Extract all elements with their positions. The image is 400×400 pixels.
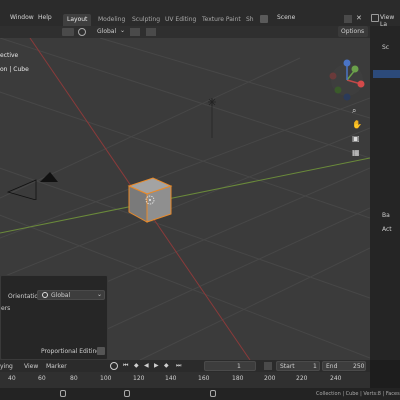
end-label: End [326, 363, 338, 370]
view-menu[interactable]: View [24, 363, 38, 370]
viewport-mode-text: ective [0, 52, 19, 59]
proportional-icon[interactable] [146, 28, 156, 36]
prev-keyframe-icon[interactable]: ◆ [134, 362, 139, 369]
scene-icon [260, 15, 268, 23]
scene-name[interactable]: Scene [277, 14, 295, 21]
playback-menu[interactable]: ying [0, 363, 13, 370]
zoom-icon[interactable]: ⌕ [352, 106, 356, 116]
proportional-editing-label: Proportional Editing [41, 348, 101, 355]
current-frame-field[interactable]: 1 [204, 361, 256, 371]
orientation-select[interactable]: Global ⌄ [37, 290, 105, 300]
start-label: Start [280, 363, 295, 370]
properties-sidebar: Sc Ba Act [370, 26, 400, 360]
ruler-tick-label: 100 [100, 375, 112, 382]
marker-menu[interactable]: Marker [46, 363, 67, 370]
global-orientation-icon [42, 292, 48, 298]
properties-label-1: Ba [382, 212, 390, 219]
camera-icon[interactable] [6, 170, 66, 200]
mouse-left-icon [60, 390, 66, 397]
top-menu-bar: Window Help Layout Modeling Sculpting UV… [0, 0, 400, 28]
menu-window[interactable]: Window [10, 14, 34, 21]
outliner-scene-collection[interactable]: Sc [382, 44, 389, 51]
preview-range-icon[interactable] [264, 362, 272, 370]
play-icon[interactable]: ▶ [154, 362, 159, 369]
play-reverse-icon[interactable]: ◀ [144, 362, 149, 369]
viewport-header: Global ⌄ Options [0, 26, 370, 38]
ruler-tick-label: 220 [296, 375, 308, 382]
jump-start-icon[interactable]: ⏮ [123, 362, 128, 370]
ruler-tick-label: 120 [133, 375, 145, 382]
ruler-tick-label: 40 [8, 375, 16, 382]
options-button[interactable]: Options [338, 26, 368, 37]
chevron-down-icon: ⌄ [120, 27, 126, 34]
timeline-ruler[interactable]: 40 60 80 100 120 140 160 180 200 220 240 [0, 372, 370, 388]
start-value: 1 [313, 363, 317, 370]
ruler-tick-label: 80 [70, 375, 78, 382]
default-cube[interactable] [125, 176, 175, 226]
menu-help[interactable]: Help [38, 14, 52, 21]
mouse-middle-icon [124, 390, 130, 397]
view-layer-icon [371, 14, 379, 22]
end-frame-field[interactable]: End 250 [322, 361, 366, 371]
start-frame-field[interactable]: Start 1 [276, 361, 320, 371]
transform-pivot-icon[interactable] [62, 28, 74, 36]
tab-sculpting[interactable]: Sculpting [128, 14, 164, 26]
status-bar: Collection | Cube | Verts:8 | Faces [0, 388, 400, 400]
chevron-down-icon: ⌄ [97, 291, 103, 298]
orientation-dropdown[interactable]: Global [97, 28, 116, 35]
ruler-tick-label: 200 [264, 375, 276, 382]
global-axis-icon [78, 28, 86, 36]
close-icon[interactable]: ✕ [356, 14, 362, 22]
camera-view-icon[interactable]: ▣ [352, 134, 360, 143]
tab-layout[interactable]: Layout [63, 14, 92, 26]
tab-shading-truncated[interactable]: Sh [242, 14, 258, 26]
ruler-tick-label: 180 [232, 375, 244, 382]
grid-view-icon[interactable]: ▦ [352, 148, 360, 157]
jump-end-icon[interactable]: ⏭ [176, 362, 181, 370]
timeline-header: ying View Marker ⏮ ◆ ◀ ▶ ◆ ⏭ 1 Start 1 E… [0, 360, 370, 372]
copy-scene-icon[interactable] [344, 15, 352, 23]
next-keyframe-icon[interactable]: ◆ [164, 362, 169, 369]
proportional-editing-checkbox[interactable] [97, 347, 105, 355]
tab-uv-editing[interactable]: UV Editing [161, 14, 200, 26]
record-icon[interactable] [110, 362, 118, 370]
ruler-tick-label: 60 [38, 375, 46, 382]
snap-icon[interactable] [130, 28, 140, 36]
navigation-gizmo[interactable] [325, 58, 370, 108]
ruler-tick-label: 160 [198, 375, 210, 382]
outliner-selected-row[interactable] [373, 70, 400, 78]
orientation-select-value: Global [51, 292, 71, 299]
ruler-tick-label: 240 [330, 375, 342, 382]
properties-label-2: Act [382, 226, 392, 233]
tab-texture-paint[interactable]: Texture Paint [198, 14, 245, 26]
viewport-object-text: on | Cube [0, 66, 29, 73]
ruler-tick-label: 140 [165, 375, 177, 382]
status-info-text: Collection | Cube | Verts:8 | Faces [316, 391, 400, 397]
tab-modeling[interactable]: Modeling [94, 14, 129, 26]
end-value: 250 [353, 363, 365, 370]
truncated-label: ers [1, 305, 11, 312]
mouse-right-icon [210, 390, 216, 397]
last-operator-panel: Orientation Global ⌄ ers Proportional Ed… [0, 275, 108, 360]
pan-icon[interactable]: ✋ [352, 120, 362, 129]
